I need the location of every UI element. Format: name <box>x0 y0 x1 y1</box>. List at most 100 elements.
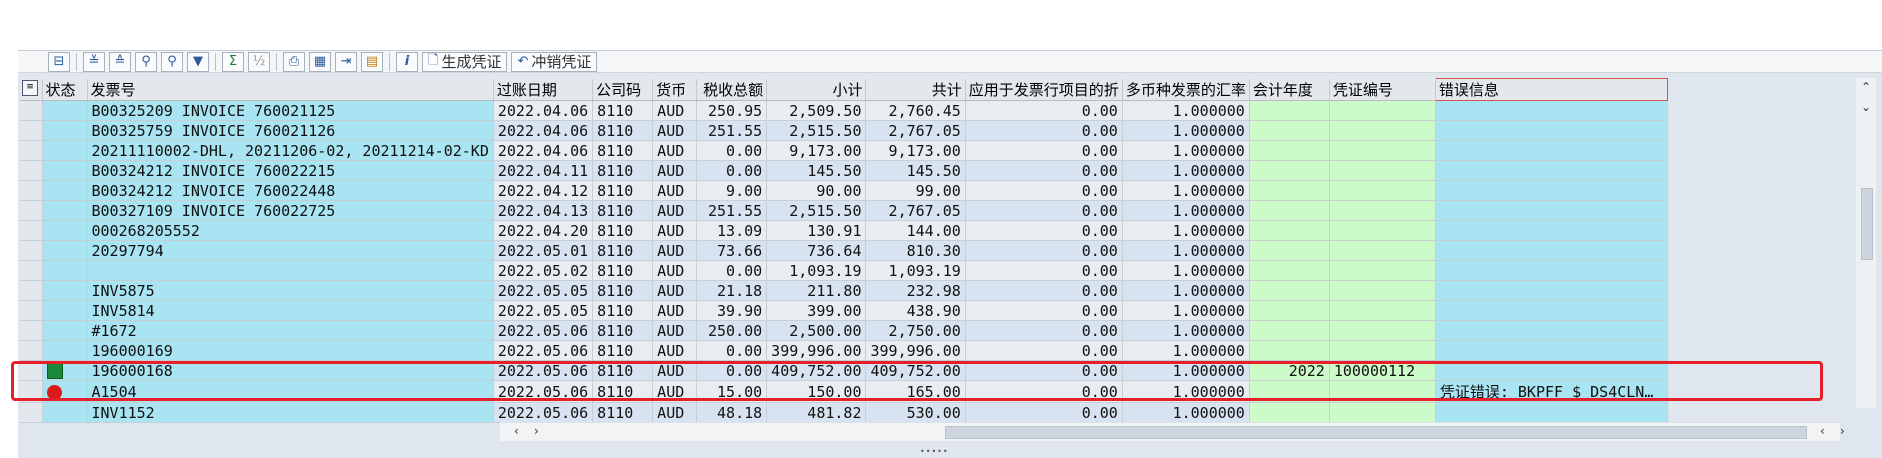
vertical-scroll-thumb[interactable] <box>1861 188 1873 260</box>
view-icon[interactable]: ▦ <box>309 51 331 72</box>
cell-discount[interactable]: 0.00 <box>965 240 1123 261</box>
cell-invoice[interactable]: 000268205552 <box>87 220 494 241</box>
row-selector[interactable] <box>20 160 43 181</box>
cell-currency[interactable]: AUD <box>652 180 698 201</box>
cell-invoice[interactable] <box>87 260 494 281</box>
row-selector[interactable] <box>20 240 43 261</box>
cell-subtotal[interactable]: 90.00 <box>766 180 867 201</box>
cell-discount[interactable]: 0.00 <box>965 160 1123 181</box>
cell-year[interactable] <box>1249 300 1330 321</box>
cell-status[interactable] <box>42 340 88 361</box>
cell-date[interactable]: 2022.04.13 <box>493 200 594 221</box>
sort-descending-icon[interactable]: ≙ <box>109 51 131 72</box>
cell-total[interactable]: 2,760.45 <box>865 100 966 121</box>
row-selector[interactable] <box>20 280 43 301</box>
col-invoice-no[interactable]: 发票号 <box>87 78 494 101</box>
col-currency[interactable]: 货币 <box>652 78 698 101</box>
cell-company[interactable]: 8110 <box>592 180 654 201</box>
cell-error[interactable] <box>1435 280 1668 301</box>
cell-total[interactable]: 810.30 <box>865 240 966 261</box>
cell-currency[interactable]: AUD <box>652 320 698 341</box>
cell-status[interactable] <box>42 220 88 241</box>
cell-voucher[interactable] <box>1329 140 1436 161</box>
cell-discount[interactable]: 0.00 <box>965 200 1123 221</box>
cell-total[interactable]: 438.90 <box>865 300 966 321</box>
cell-error[interactable] <box>1435 180 1668 201</box>
cell-invoice[interactable]: INV5875 <box>87 280 494 301</box>
cell-subtotal[interactable]: 2,515.50 <box>766 120 867 141</box>
table-row[interactable]: B00325209 INVOICE 760021125 2022.04.06 811… <box>20 100 1668 121</box>
cell-year[interactable] <box>1249 100 1330 121</box>
table-row[interactable]: B00327109 INVOICE 760022725 2022.04.13 811… <box>20 200 1668 221</box>
cell-company[interactable]: 8110 <box>592 220 654 241</box>
cell-year[interactable] <box>1249 402 1330 423</box>
cell-year[interactable] <box>1249 320 1330 341</box>
cell-company[interactable]: 8110 <box>592 200 654 221</box>
cell-tax[interactable]: 251.55 <box>696 200 768 221</box>
cell-tax[interactable]: 21.18 <box>696 280 768 301</box>
row-selector[interactable] <box>20 220 43 241</box>
cell-date[interactable]: 2022.05.06 <box>493 402 594 423</box>
cell-error[interactable] <box>1435 340 1668 361</box>
cell-total[interactable]: 144.00 <box>865 220 966 241</box>
col-error-message[interactable]: 错误信息 <box>1434 78 1668 101</box>
cell-company[interactable]: 8110 <box>592 140 654 161</box>
cell-currency[interactable]: AUD <box>652 240 698 261</box>
cell-voucher[interactable] <box>1329 200 1436 221</box>
cell-discount[interactable]: 0.00 <box>965 280 1123 301</box>
layout-settings-icon[interactable]: ≡ <box>22 80 38 96</box>
cell-year[interactable] <box>1249 280 1330 301</box>
cell-error[interactable] <box>1435 140 1668 161</box>
cell-date[interactable]: 2022.05.05 <box>493 280 594 301</box>
cell-error[interactable] <box>1435 260 1668 281</box>
cell-date[interactable]: 2022.05.06 <box>493 340 594 361</box>
cell-subtotal[interactable]: 9,173.00 <box>766 140 867 161</box>
cell-status[interactable] <box>42 300 88 321</box>
cell-date[interactable]: 2022.04.06 <box>493 120 594 141</box>
cell-total[interactable]: 232.98 <box>865 280 966 301</box>
row-selector[interactable] <box>20 200 43 221</box>
col-fiscal-year[interactable]: 会计年度 <box>1249 78 1330 101</box>
row-selector[interactable] <box>20 300 43 321</box>
cell-status[interactable] <box>42 402 88 423</box>
cell-company[interactable]: 8110 <box>592 280 654 301</box>
cell-date[interactable]: 2022.04.20 <box>493 220 594 241</box>
cell-voucher[interactable] <box>1329 260 1436 281</box>
cell-invoice[interactable]: #1672 <box>87 320 494 341</box>
find-next-icon[interactable]: ⚲ <box>161 51 183 72</box>
cell-tax[interactable]: 39.90 <box>696 300 768 321</box>
cell-year[interactable] <box>1249 140 1330 161</box>
cell-voucher[interactable] <box>1329 402 1436 423</box>
scroll-down-icon[interactable]: ⌄ <box>1861 100 1871 114</box>
cell-subtotal[interactable]: 2,515.50 <box>766 200 867 221</box>
find-icon[interactable]: ⚲ <box>135 51 157 72</box>
table-row[interactable]: 000268205552 2022.04.20 8110 AUD 13.09 130.91… <box>20 220 1668 241</box>
cell-date[interactable]: 2022.04.06 <box>493 140 594 161</box>
cell-error[interactable] <box>1435 240 1668 261</box>
cell-currency[interactable]: AUD <box>652 220 698 241</box>
cell-tax[interactable]: 250.00 <box>696 320 768 341</box>
cell-tax[interactable]: 0.00 <box>696 340 768 361</box>
cell-total[interactable]: 2,767.05 <box>865 120 966 141</box>
scroll-up-icon[interactable]: ⌃ <box>1861 80 1871 94</box>
cell-subtotal[interactable]: 399.00 <box>766 300 867 321</box>
cell-status[interactable] <box>42 320 88 341</box>
cell-year[interactable] <box>1249 200 1330 221</box>
cell-status[interactable] <box>42 100 88 121</box>
cell-voucher[interactable] <box>1329 280 1436 301</box>
scroll-right-icon[interactable]: › <box>534 424 539 438</box>
cell-year[interactable] <box>1249 160 1330 181</box>
cell-subtotal[interactable]: 2,500.00 <box>766 320 867 341</box>
row-selector[interactable] <box>20 100 43 121</box>
cell-date[interactable]: 2022.04.12 <box>493 180 594 201</box>
generate-voucher-button[interactable]: 🗋 生成凭证 <box>422 51 508 72</box>
cell-tax[interactable]: 250.95 <box>696 100 768 121</box>
cell-year[interactable] <box>1249 120 1330 141</box>
cell-status[interactable] <box>42 280 88 301</box>
cell-total[interactable]: 9,173.00 <box>865 140 966 161</box>
cell-discount[interactable]: 0.00 <box>965 220 1123 241</box>
cell-voucher[interactable] <box>1329 340 1436 361</box>
cell-rate[interactable]: 1.000000 <box>1122 140 1250 161</box>
cell-company[interactable]: 8110 <box>592 320 654 341</box>
cell-error[interactable] <box>1435 220 1668 241</box>
